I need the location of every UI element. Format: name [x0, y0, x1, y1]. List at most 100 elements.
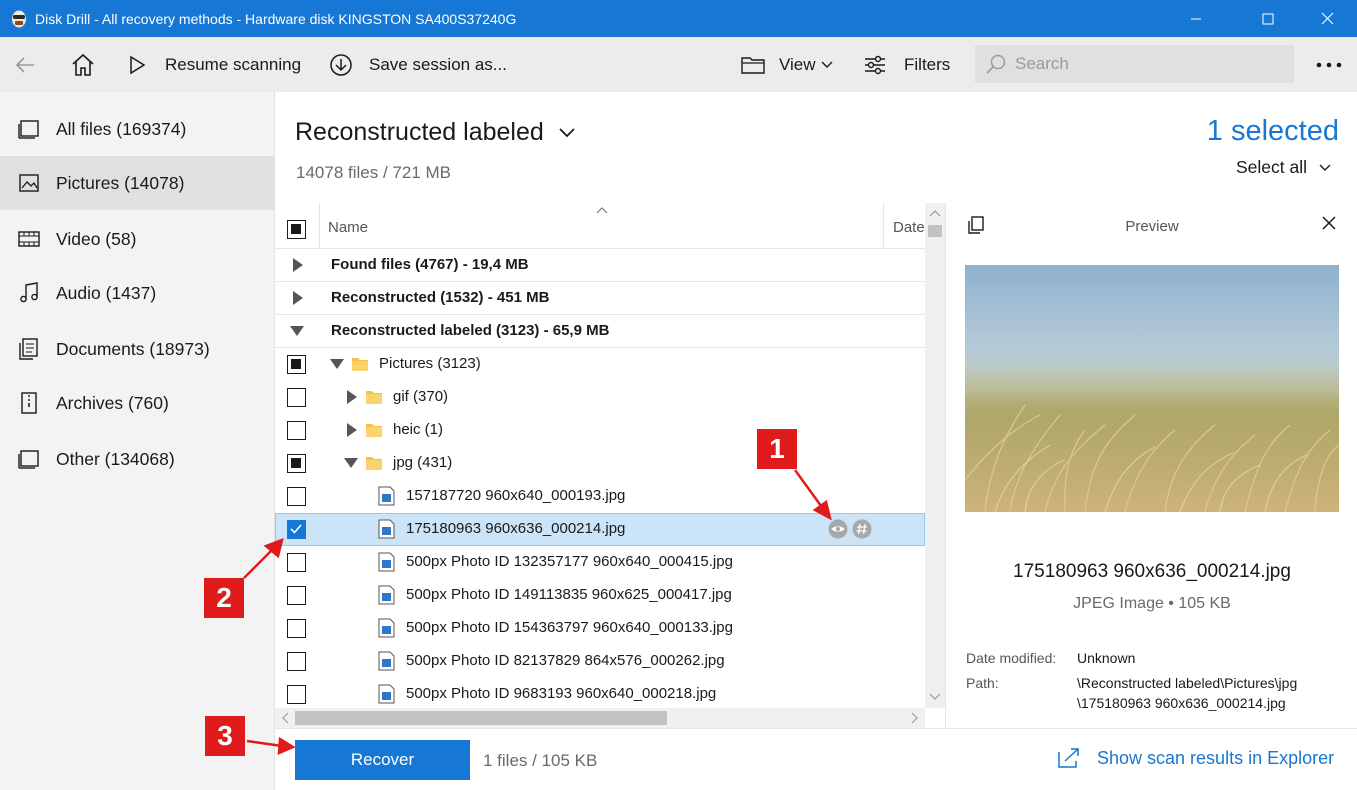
sidebar-item-other[interactable]: Other (134068) [0, 432, 274, 486]
expand-arrow-icon[interactable] [293, 291, 303, 305]
recover-button[interactable]: Recover [295, 740, 470, 780]
more-options-button[interactable] [1315, 37, 1343, 92]
row-label: Reconstructed (1532) - 451 MB [331, 289, 550, 306]
row-checkbox[interactable] [287, 652, 306, 671]
sidebar-item-label: Documents (18973) [56, 338, 210, 359]
table-row[interactable]: jpg (431) [275, 447, 925, 480]
scroll-left-icon[interactable] [279, 708, 293, 728]
expand-arrow-icon[interactable] [347, 390, 357, 404]
column-divider [883, 203, 884, 249]
maximize-button[interactable] [1245, 0, 1291, 37]
image-file-icon [378, 519, 395, 539]
table-row[interactable]: Reconstructed labeled (3123) - 65,9 MB [275, 315, 925, 348]
home-button[interactable] [70, 37, 96, 92]
resume-scanning-button[interactable]: Resume scanning [128, 37, 301, 92]
table-row[interactable]: 500px Photo ID 149113835 960x625_000417.… [275, 579, 925, 612]
minimize-button[interactable] [1173, 0, 1219, 37]
view-label: View [779, 54, 816, 74]
sidebar-item-label: Pictures (14078) [56, 172, 185, 193]
select-all-checkbox[interactable] [287, 220, 306, 239]
scroll-up-icon[interactable] [925, 207, 945, 221]
view-dropdown[interactable]: View [741, 37, 833, 92]
row-label: gif (370) [393, 388, 449, 405]
external-link-icon [1058, 748, 1079, 768]
table-row-selected[interactable]: 175180963 960x636_000214.jpg [275, 513, 925, 546]
sidebar-item-video[interactable]: Video (58) [0, 212, 274, 266]
sidebar-item-pictures[interactable]: Pictures (14078) [0, 156, 274, 210]
play-icon [130, 55, 146, 74]
window-title: Disk Drill - All recovery methods - Hard… [35, 10, 517, 27]
sidebar-item-all-files[interactable]: All files (169374) [0, 102, 274, 156]
preview-eye-icon[interactable] [828, 519, 848, 539]
sidebar-item-label: Other (134068) [56, 448, 175, 469]
search-input[interactable]: Search [975, 45, 1294, 83]
sidebar-item-label: Archives (760) [56, 392, 169, 413]
collapse-arrow-icon[interactable] [290, 326, 304, 336]
preview-file-type: JPEG Image • 105 KB [1073, 595, 1231, 612]
horizontal-scrollbar[interactable] [275, 708, 925, 728]
table-row[interactable]: heic (1) [275, 414, 925, 447]
video-icon [18, 231, 40, 247]
resume-scanning-label: Resume scanning [165, 54, 302, 74]
hash-icon[interactable] [852, 519, 872, 539]
sidebar-item-archives[interactable]: Archives (760) [0, 376, 274, 430]
row-label: Pictures (3123) [379, 355, 481, 372]
table-row[interactable]: gif (370) [275, 381, 925, 414]
annotation-marker-1: 1 [757, 429, 797, 469]
chevron-down-icon [1319, 164, 1331, 171]
collapse-arrow-icon[interactable] [344, 458, 358, 468]
row-checkbox[interactable] [287, 553, 306, 572]
table-row[interactable]: 500px Photo ID 154363797 960x640_000133.… [275, 612, 925, 645]
annotation-marker-3: 3 [205, 716, 245, 756]
row-checkbox[interactable] [287, 619, 306, 638]
row-checkbox-checked[interactable] [287, 520, 306, 539]
save-download-icon [330, 53, 352, 76]
close-icon [1321, 12, 1333, 25]
sidebar-item-audio[interactable]: Audio (1437) [0, 266, 274, 320]
all-files-icon [18, 120, 39, 139]
close-preview-icon[interactable] [1321, 215, 1337, 231]
sidebar-item-documents[interactable]: Documents (18973) [0, 322, 274, 376]
table-row[interactable]: Pictures (3123) [275, 348, 925, 381]
expand-arrow-icon[interactable] [293, 258, 303, 272]
category-dropdown[interactable]: Reconstructed labeled [295, 118, 575, 147]
scroll-right-icon[interactable] [907, 708, 921, 728]
scrollbar-thumb[interactable] [928, 225, 942, 237]
folder-icon [366, 457, 382, 470]
save-session-button[interactable]: Save session as... [329, 37, 507, 92]
close-window-button[interactable] [1304, 0, 1350, 37]
filters-label: Filters [904, 54, 951, 74]
table-row[interactable]: 157187720 960x640_000193.jpg [275, 480, 925, 513]
date-column-header[interactable]: Date [893, 219, 925, 236]
row-checkbox[interactable] [287, 421, 306, 440]
select-all-dropdown[interactable]: Select all [1236, 157, 1331, 178]
image-file-icon [378, 585, 395, 605]
row-checkbox[interactable] [287, 388, 306, 407]
filters-button[interactable]: Filters [864, 37, 950, 92]
table-row[interactable]: 500px Photo ID 132357177 960x640_000415.… [275, 546, 925, 579]
expand-arrow-icon[interactable] [347, 423, 357, 437]
show-in-explorer-link[interactable]: Show scan results in Explorer [1057, 747, 1334, 769]
collapse-arrow-icon[interactable] [330, 359, 344, 369]
row-checkbox[interactable] [287, 685, 306, 704]
image-file-icon [378, 486, 395, 506]
folder-icon [366, 424, 382, 437]
scroll-down-icon[interactable] [925, 690, 945, 704]
row-checkbox[interactable] [287, 355, 306, 374]
table-row[interactable]: Found files (4767) - 19,4 MB [275, 249, 925, 282]
row-checkbox[interactable] [287, 586, 306, 605]
row-checkbox[interactable] [287, 487, 306, 506]
scrollbar-thumb[interactable] [295, 711, 667, 725]
files-summary: 14078 files / 721 MB [296, 163, 451, 182]
row-label: Found files (4767) - 19,4 MB [331, 256, 529, 273]
table-row[interactable]: 500px Photo ID 82137829 864x576_000262.j… [275, 645, 925, 678]
title-bar: Disk Drill - All recovery methods - Hard… [0, 0, 1357, 37]
vertical-scrollbar[interactable] [925, 203, 945, 708]
table-header: Name Date [275, 203, 925, 249]
row-checkbox[interactable] [287, 454, 306, 473]
back-button[interactable] [14, 37, 38, 92]
name-column-header[interactable]: Name [328, 219, 368, 236]
table-row[interactable]: 500px Photo ID 9683193 960x640_000218.jp… [275, 678, 925, 708]
table-row[interactable]: Reconstructed (1532) - 451 MB [275, 282, 925, 315]
other-icon [18, 450, 39, 469]
